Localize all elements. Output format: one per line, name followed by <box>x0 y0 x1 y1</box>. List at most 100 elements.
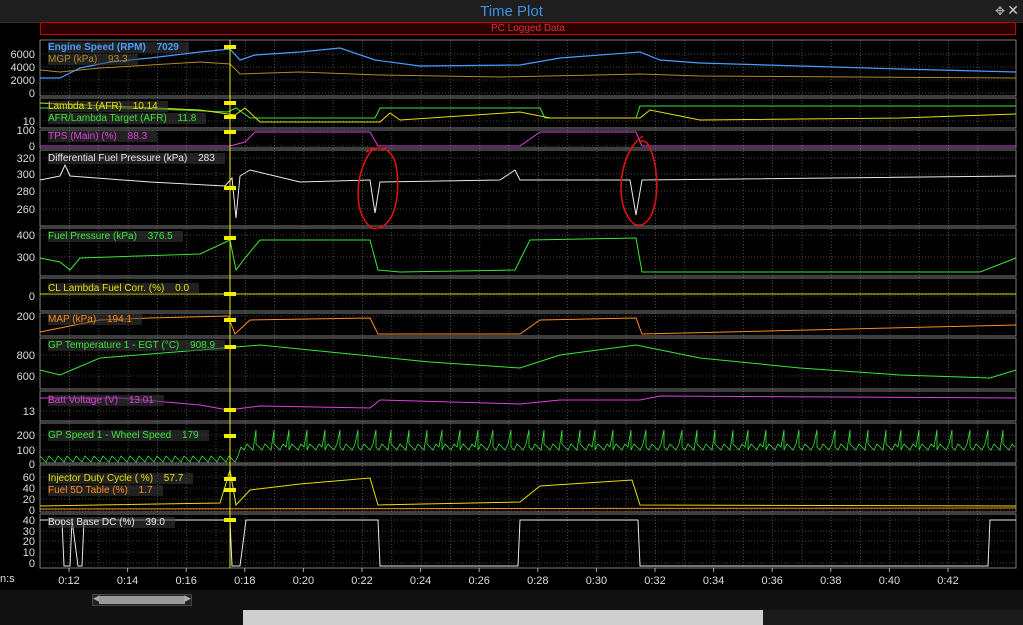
channel-label[interactable]: MGP (kPa) 93.3 <box>48 54 138 65</box>
y-tick-label: 0 <box>29 459 35 471</box>
x-tick-label: 0:28 <box>527 575 548 587</box>
y-tick-label: 0 <box>29 291 35 303</box>
y-tick-label: 800 <box>17 350 35 362</box>
x-tick-label: 0:14 <box>117 575 138 587</box>
channel-name: Engine Speed (RPM) <box>48 42 146 53</box>
cursor-marker <box>224 434 236 438</box>
x-tick-label: 0:32 <box>644 575 665 587</box>
x-tick-label: 0:18 <box>234 575 255 587</box>
cursor-marker <box>224 345 236 349</box>
y-tick-label: 0 <box>29 141 35 153</box>
channel-name: Lambda 1 (AFR) <box>48 101 122 112</box>
y-tick-label: 13 <box>23 406 35 418</box>
channel-name: CL Lambda Fuel Corr. (%) <box>48 283 165 294</box>
y-tick-label: 260 <box>17 204 35 216</box>
close-icon[interactable]: ✕ <box>1007 2 1019 19</box>
channel-value: 194.1 <box>104 314 132 325</box>
horizontal-scrollbar-thumb[interactable] <box>243 610 763 625</box>
channel-value: 1.7 <box>135 485 153 496</box>
channel-value: 7029 <box>153 42 179 53</box>
channel-label[interactable]: MAP (kPa) 194.1 <box>48 314 142 325</box>
channel-name: TPS (Main) (%) <box>48 131 117 142</box>
y-tick-label: 100 <box>17 125 35 137</box>
y-tick-label: 100 <box>17 445 35 457</box>
channel-value: 57.7 <box>161 473 184 484</box>
pin-icon[interactable]: ✥ <box>995 4 1005 18</box>
channel-name: Fuel Pressure (kPa) <box>48 231 137 242</box>
channel-label[interactable]: Batt Voltage (V) 13.01 <box>48 395 164 406</box>
channel-label[interactable]: Fuel 5D Table (%) 1.7 <box>48 485 163 496</box>
channel-name: Batt Voltage (V) <box>48 395 119 406</box>
channel-value: 93.3 <box>105 54 128 65</box>
channel-name: Differential Fuel Pressure (kPa) <box>48 153 188 164</box>
channel-label[interactable]: Differential Fuel Pressure (kPa) 283 <box>48 153 225 164</box>
time-unit-label: n:s <box>0 573 15 585</box>
channel-label[interactable]: Engine Speed (RPM) 7029 <box>48 42 189 53</box>
cursor-marker <box>224 488 236 492</box>
y-tick-label: 320 <box>17 153 35 165</box>
y-tick-label: 400 <box>17 230 35 242</box>
zoom-scrollbar[interactable]: ◀ ▶ <box>92 593 192 606</box>
y-tick-label: 600 <box>17 371 35 383</box>
x-tick-label: 0:34 <box>703 575 724 587</box>
x-tick-label: 0:30 <box>586 575 607 587</box>
cursor-marker <box>224 101 236 105</box>
cursor-marker <box>224 45 236 49</box>
channel-value: 0.0 <box>172 283 190 294</box>
channel-value: 88.3 <box>124 131 148 142</box>
channel-label[interactable]: AFR/Lambda Target (AFR) 11.8 <box>48 113 207 124</box>
channel-label[interactable]: CL Lambda Fuel Corr. (%) 0.0 <box>48 283 200 294</box>
channel-label[interactable]: TPS (Main) (%) 88.3 <box>48 131 158 142</box>
channel-value: 39.0 <box>142 517 165 528</box>
y-tick-label: 300 <box>17 252 35 264</box>
x-tick-label: 0:22 <box>351 575 372 587</box>
cursor-marker <box>224 186 236 190</box>
x-tick-label: 0:16 <box>175 575 196 587</box>
x-tick-label: 0:40 <box>879 575 900 587</box>
y-tick-label: 300 <box>17 169 35 181</box>
title-bar: Time Plot ✥ ✕ <box>0 0 1023 23</box>
window-title: Time Plot <box>480 3 543 20</box>
x-tick-label: 0:38 <box>820 575 841 587</box>
y-tick-label: 0 <box>29 558 35 570</box>
cursor-marker <box>224 236 236 240</box>
channel-value: 179 <box>179 430 199 441</box>
y-tick-label: 200 <box>17 430 35 442</box>
channel-name: Injector Duty Cycle ( %) <box>48 473 154 484</box>
channel-name: Fuel 5D Table (%) <box>48 485 128 496</box>
y-tick-label: 280 <box>17 186 35 198</box>
x-tick-label: 0:36 <box>761 575 782 587</box>
x-tick-label: 0:24 <box>410 575 431 587</box>
y-tick-label: 0 <box>29 88 35 100</box>
channel-label[interactable]: Injector Duty Cycle ( %) 57.7 <box>48 473 194 484</box>
y-tick-label: 6000 <box>11 49 35 61</box>
channel-value: 13.01 <box>126 395 154 406</box>
fuel-pressure-trace <box>39 237 1017 273</box>
x-tick-label: 0:42 <box>937 575 958 587</box>
channel-label[interactable]: Fuel Pressure (kPa) 376.5 <box>48 231 183 242</box>
zoom-scroll-thumb[interactable] <box>99 596 185 604</box>
channel-name: Boost Base DC (%) <box>48 517 135 528</box>
x-tick-label: 0:12 <box>58 575 79 587</box>
scroll-right-icon[interactable]: ▶ <box>184 593 191 604</box>
channel-label[interactable]: GP Speed 1 - Wheel Speed 179 <box>48 430 209 441</box>
channel-label[interactable]: GP Temperature 1 - EGT (°C) 908.9 <box>48 340 226 351</box>
channel-name: MGP (kPa) <box>48 54 98 65</box>
channel-label[interactable]: Lambda 1 (AFR) 10.14 <box>48 101 168 112</box>
cursor-marker <box>224 518 236 522</box>
channel-value: 908.9 <box>187 340 216 351</box>
horizontal-scrollbar-track[interactable] <box>763 610 1023 625</box>
channel-value: 376.5 <box>144 231 173 242</box>
cursor-marker <box>224 477 236 481</box>
channel-value: 10.14 <box>129 101 158 112</box>
channel-label[interactable]: Boost Base DC (%) 39.0 <box>48 517 175 528</box>
channel-name: AFR/Lambda Target (AFR) <box>48 113 167 124</box>
cursor-marker <box>224 292 236 296</box>
channel-value: 11.8 <box>174 113 197 124</box>
channel-name: GP Speed 1 - Wheel Speed <box>48 430 172 441</box>
channel-name: GP Temperature 1 - EGT (°C) <box>48 340 180 351</box>
channel-name: MAP (kPa) <box>48 314 97 325</box>
logged-data-banner: PC Logged Data <box>40 22 1016 35</box>
y-tick-label: 4000 <box>11 62 35 74</box>
cursor-marker <box>224 408 236 412</box>
